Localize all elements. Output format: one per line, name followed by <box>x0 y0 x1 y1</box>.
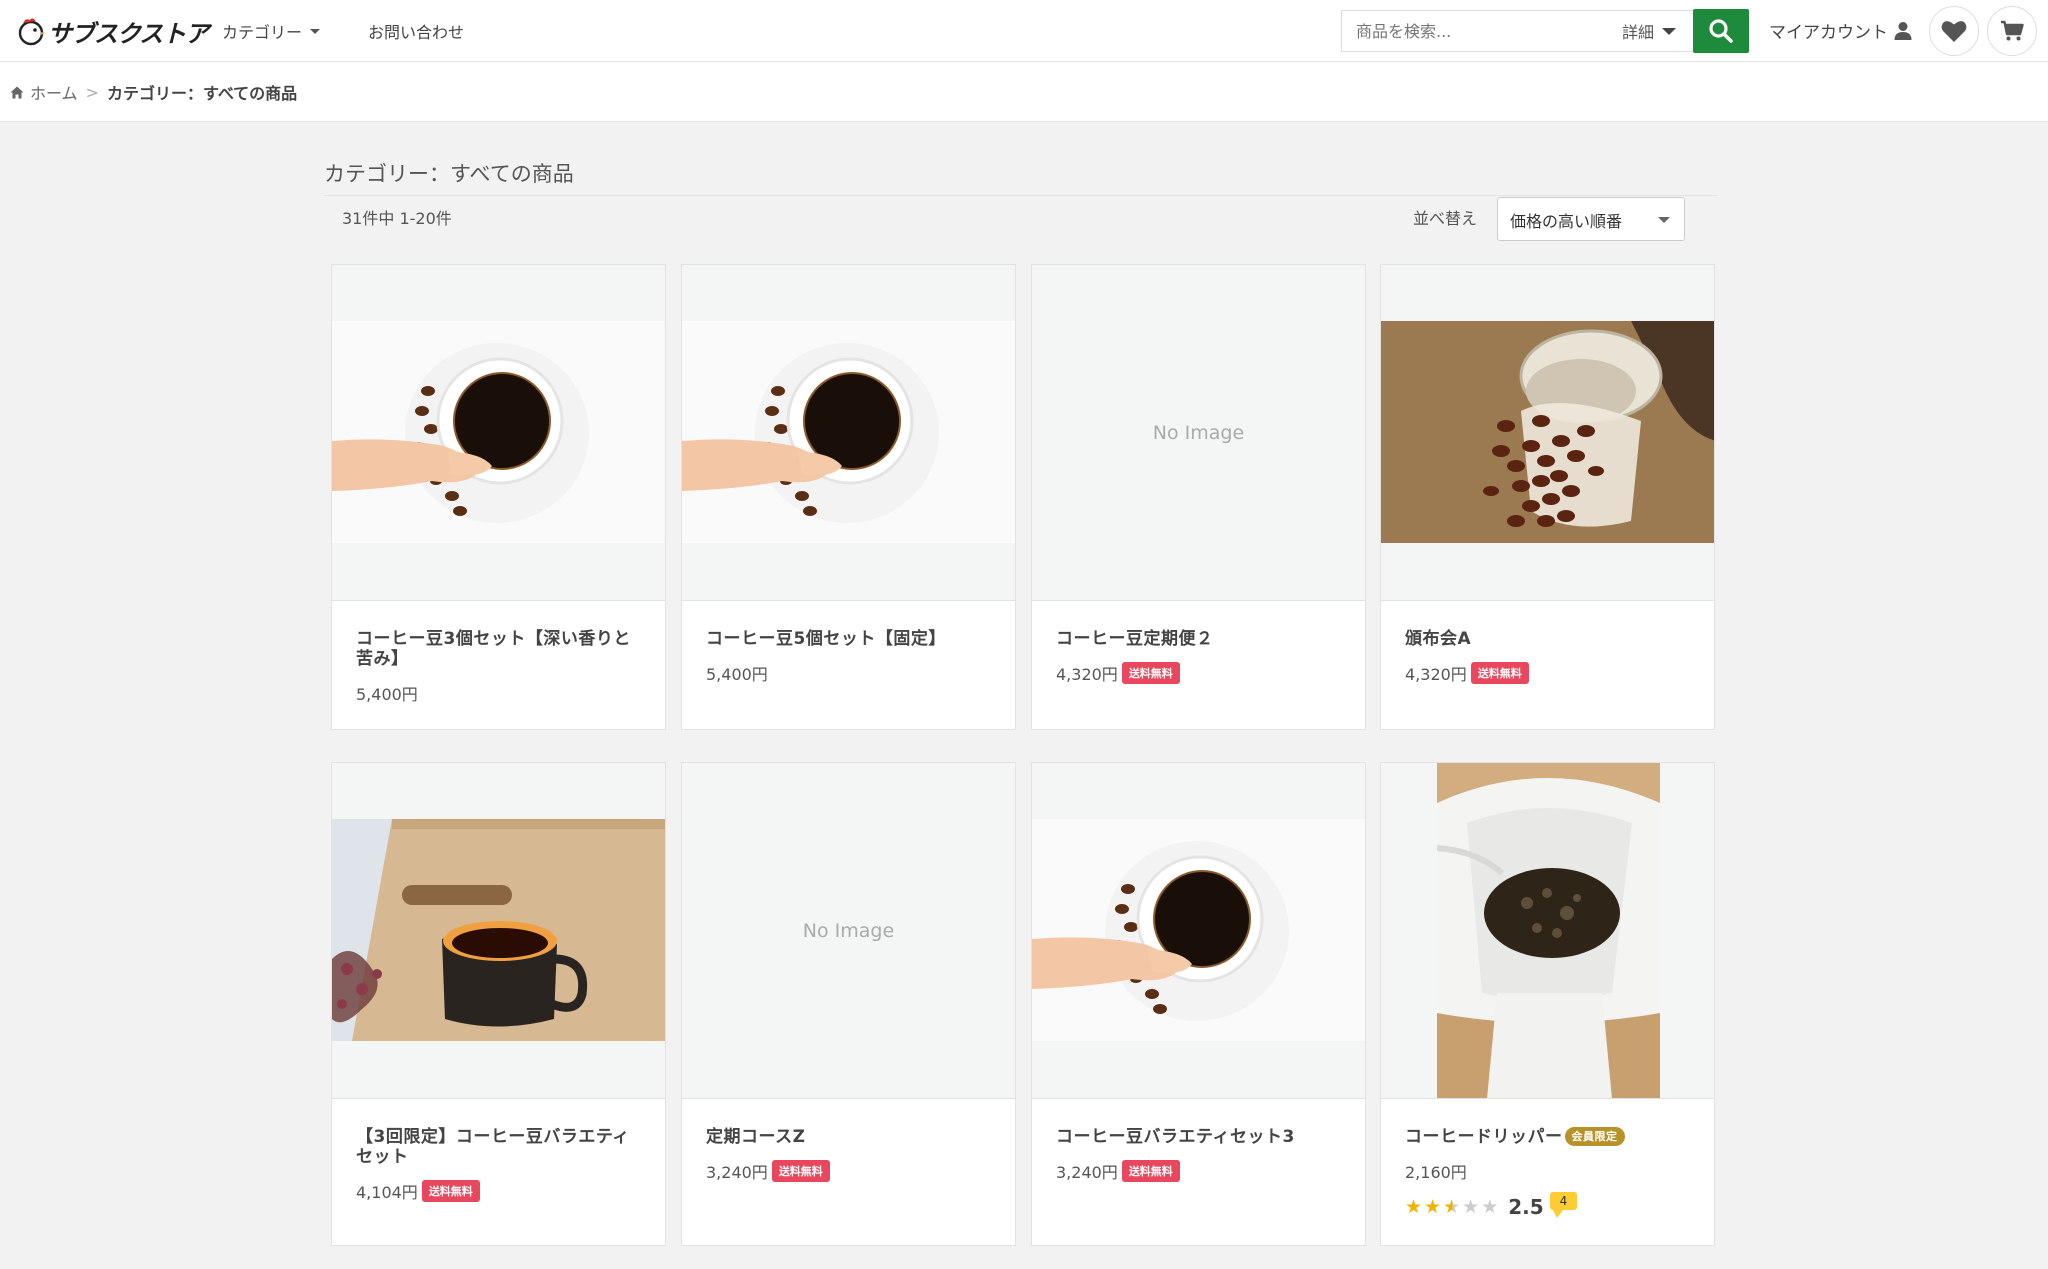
star-icon: ★ <box>1424 1196 1444 1218</box>
star-icon: ★ <box>1481 1196 1501 1218</box>
search-icon <box>1709 19 1733 43</box>
product-name[interactable]: コーヒー豆バラエティセット3 <box>1056 1127 1345 1147</box>
cart-button[interactable] <box>1987 6 2037 56</box>
coffee-dripper-photo <box>1437 763 1660 1098</box>
free-shipping-badge: 送料無料 <box>1121 662 1180 684</box>
result-count: 31件中 1-20件 <box>342 209 452 228</box>
product-name[interactable]: 頒布会A <box>1405 629 1694 649</box>
product-price: 4,320円 <box>1056 665 1118 684</box>
product-image[interactable] <box>1381 763 1714 1099</box>
star-icon: ★ <box>1405 1196 1425 1218</box>
star-half-icon: ★ <box>1443 1196 1463 1218</box>
no-image-placeholder: No Image <box>802 919 895 942</box>
nav-category-label: カテゴリー <box>222 23 303 42</box>
product-name-text: コーヒードリッパー <box>1405 1127 1563 1147</box>
product-image[interactable] <box>332 763 665 1099</box>
product-name[interactable]: コーヒー豆5個セット【固定】 <box>706 629 995 649</box>
coffee-cup-hand-photo <box>332 321 665 543</box>
favorites-button[interactable] <box>1929 6 1979 56</box>
product-name[interactable]: コーヒー豆定期便２ <box>1056 629 1345 649</box>
review-count-badge[interactable]: 4 <box>1549 1192 1578 1218</box>
bird-logo-icon <box>16 15 46 47</box>
search-input[interactable] <box>1341 10 1607 52</box>
product-price: 4,104円 <box>356 1183 418 1202</box>
coffee-cup-hand-photo <box>682 321 1015 543</box>
product-image[interactable] <box>1032 763 1365 1099</box>
rating-value: 2.5 <box>1508 1195 1544 1219</box>
user-icon <box>1894 21 1912 40</box>
product-card[interactable]: コーヒー豆3個セット【深い香りと苦み】 5,400円 <box>331 264 666 730</box>
divider <box>324 195 1717 196</box>
member-only-badge: 会員限定 <box>1564 1127 1625 1146</box>
sort-select[interactable]: 価格の高い順番 <box>1497 197 1685 241</box>
product-price: 3,240円 <box>1056 1163 1118 1182</box>
breadcrumb-bar: ホーム > カテゴリー：すべての商品 <box>0 62 2048 122</box>
star-icon: ★ <box>1462 1196 1482 1218</box>
free-shipping-badge: 送料無料 <box>1470 662 1529 684</box>
product-price: 5,400円 <box>706 665 768 684</box>
cart-icon <box>2001 20 2024 41</box>
product-card[interactable]: コーヒー豆バラエティセット3 3,240円 送料無料 <box>1031 762 1366 1246</box>
product-image[interactable] <box>332 265 665 601</box>
no-image-placeholder: No Image <box>1152 421 1245 444</box>
sort-select-value: 価格の高い順番 <box>1510 212 1623 231</box>
nav-category-dropdown[interactable]: カテゴリー <box>222 19 321 43</box>
product-image[interactable]: No Image <box>1032 265 1365 601</box>
rating: ★★★★★ 2.5 4 <box>1405 1192 1694 1219</box>
product-name[interactable]: 【3回限定】コーヒー豆バラエティセット <box>356 1127 645 1167</box>
product-image[interactable]: No Image <box>682 763 1015 1099</box>
product-image[interactable] <box>1381 265 1714 601</box>
product-name[interactable]: 定期コースZ <box>706 1127 995 1147</box>
heart-icon <box>1941 21 1967 42</box>
product-card[interactable]: 【3回限定】コーヒー豆バラエティセット 4,104円 送料無料 <box>331 762 666 1246</box>
nav-contact-link[interactable]: お問い合わせ <box>368 19 464 43</box>
product-price: 5,400円 <box>356 685 418 704</box>
breadcrumb-home-link[interactable]: ホーム <box>30 80 78 104</box>
product-card[interactable]: コーヒー豆5個セット【固定】 5,400円 <box>681 264 1016 730</box>
sort-label: 並べ替え <box>1413 209 1478 228</box>
home-icon <box>10 86 24 98</box>
logo[interactable]: サブスクストア <box>16 14 209 48</box>
coffee-cup-hand-photo <box>1032 819 1365 1041</box>
free-shipping-badge: 送料無料 <box>771 1160 830 1182</box>
chevron-down-icon <box>1662 27 1677 35</box>
breadcrumb: ホーム > カテゴリー：すべての商品 <box>10 80 297 104</box>
product-image[interactable] <box>682 265 1015 601</box>
search-button[interactable] <box>1693 9 1749 53</box>
coffee-cup-wood-photo <box>332 819 665 1041</box>
product-card[interactable]: 頒布会A 4,320円 送料無料 <box>1380 264 1715 730</box>
breadcrumb-current: カテゴリー：すべての商品 <box>106 84 298 103</box>
product-price: 2,160円 <box>1405 1163 1467 1182</box>
product-card[interactable]: No Image コーヒー豆定期便２ 4,320円 送料無料 <box>1031 264 1366 730</box>
my-account-link[interactable]: マイアカウント <box>1769 18 1912 43</box>
search-detail-label: 詳細 <box>1622 23 1655 42</box>
free-shipping-badge: 送料無料 <box>1121 1160 1180 1182</box>
site-header: サブスクストア カテゴリー お問い合わせ 詳細 マイアカウント <box>0 0 2048 62</box>
page-title: カテゴリー：すべての商品 <box>324 162 574 186</box>
free-shipping-badge: 送料無料 <box>421 1180 480 1202</box>
product-card[interactable]: No Image 定期コースZ 3,240円 送料無料 <box>681 762 1016 1246</box>
my-account-label: マイアカウント <box>1769 23 1888 43</box>
search-detail-dropdown[interactable]: 詳細 <box>1606 10 1694 52</box>
product-name[interactable]: コーヒー豆3個セット【深い香りと苦み】 <box>356 629 645 669</box>
logo-text: サブスクストア <box>48 20 209 48</box>
product-price: 3,240円 <box>706 1163 768 1182</box>
chevron-down-icon <box>310 28 321 34</box>
star-rating: ★★★★★ <box>1405 1196 1500 1218</box>
coffee-beans-spill-photo <box>1381 321 1714 543</box>
chevron-down-icon <box>1658 217 1670 223</box>
product-card[interactable]: コーヒードリッパー 会員限定 2,160円 ★★★★★ 2.5 4 <box>1380 762 1715 1246</box>
breadcrumb-separator: > <box>85 82 99 102</box>
product-price: 4,320円 <box>1405 665 1467 684</box>
product-name[interactable]: コーヒードリッパー 会員限定 <box>1405 1127 1694 1147</box>
